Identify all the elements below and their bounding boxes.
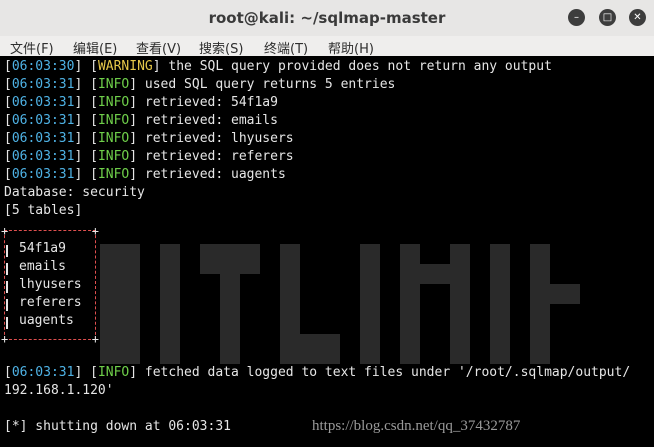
shutdown-line: [*] shutting down at 06:03:31 [4, 419, 231, 434]
log-line-1: [06:03:30] [WARNING] the SQL query provi… [4, 59, 552, 74]
fetched-continuation: 192.168.1.120' [4, 383, 114, 398]
minimize-icon[interactable]: – [568, 9, 585, 26]
table-name: lhyusers [19, 277, 82, 292]
maximize-icon[interactable]: □ [599, 9, 616, 26]
log-line-4: [06:03:31] [INFO] retrieved: emails [4, 113, 278, 128]
menu-view[interactable]: 查看(V) [136, 38, 181, 57]
menu-file[interactable]: 文件(F) [10, 38, 54, 57]
table-name: uagents [19, 313, 74, 328]
menu-search[interactable]: 搜索(S) [199, 38, 243, 57]
table-corner: + [1, 224, 9, 238]
window-title: root@kali: ~/sqlmap-master [208, 9, 446, 27]
blog-watermark: https://blog.csdn.net/qq_37432787 [312, 418, 521, 434]
table-border [6, 299, 8, 311]
table-corner: + [91, 332, 99, 346]
table-border [6, 263, 8, 275]
menu-edit[interactable]: 编辑(E) [73, 38, 117, 57]
table-border [6, 317, 8, 329]
log-line-3: [06:03:31] [INFO] retrieved: 54f1a9 [4, 95, 278, 110]
table-name: 54f1a9 [19, 241, 66, 256]
database-line: Database: security [4, 185, 145, 200]
table-border [6, 281, 8, 293]
table-corner: + [91, 224, 99, 238]
menu-help[interactable]: 帮助(H) [328, 38, 374, 57]
terminal-window: root@kali: ~/sqlmap-master – □ ✕ 文件(F) 编… [0, 0, 654, 447]
fetched-line: [06:03:31] [INFO] fetched data logged to… [4, 365, 631, 380]
table-corner: + [1, 332, 9, 346]
log-line-5: [06:03:31] [INFO] retrieved: lhyusers [4, 131, 294, 146]
table-name: referers [19, 295, 82, 310]
close-icon[interactable]: ✕ [629, 9, 646, 26]
log-line-7: [06:03:31] [INFO] retrieved: uagents [4, 167, 286, 182]
table-name: emails [19, 259, 66, 274]
log-line-6: [06:03:31] [INFO] retrieved: referers [4, 149, 294, 164]
menu-terminal[interactable]: 终端(T) [264, 38, 308, 57]
terminal-output[interactable]: [06:03:30] [WARNING] the SQL query provi… [0, 56, 654, 447]
log-line-2: [06:03:31] [INFO] used SQL query returns… [4, 77, 396, 92]
table-border [6, 245, 8, 257]
menu-bar: 文件(F) 编辑(E) 查看(V) 搜索(S) 终端(T) 帮助(H) [0, 36, 654, 57]
title-bar[interactable]: root@kali: ~/sqlmap-master – □ ✕ [0, 0, 654, 37]
tables-box: + + + + 54f1a9 emails lhyusers referers … [1, 225, 99, 345]
kali-background-pattern [100, 244, 580, 364]
tables-count-line: [5 tables] [4, 203, 83, 218]
